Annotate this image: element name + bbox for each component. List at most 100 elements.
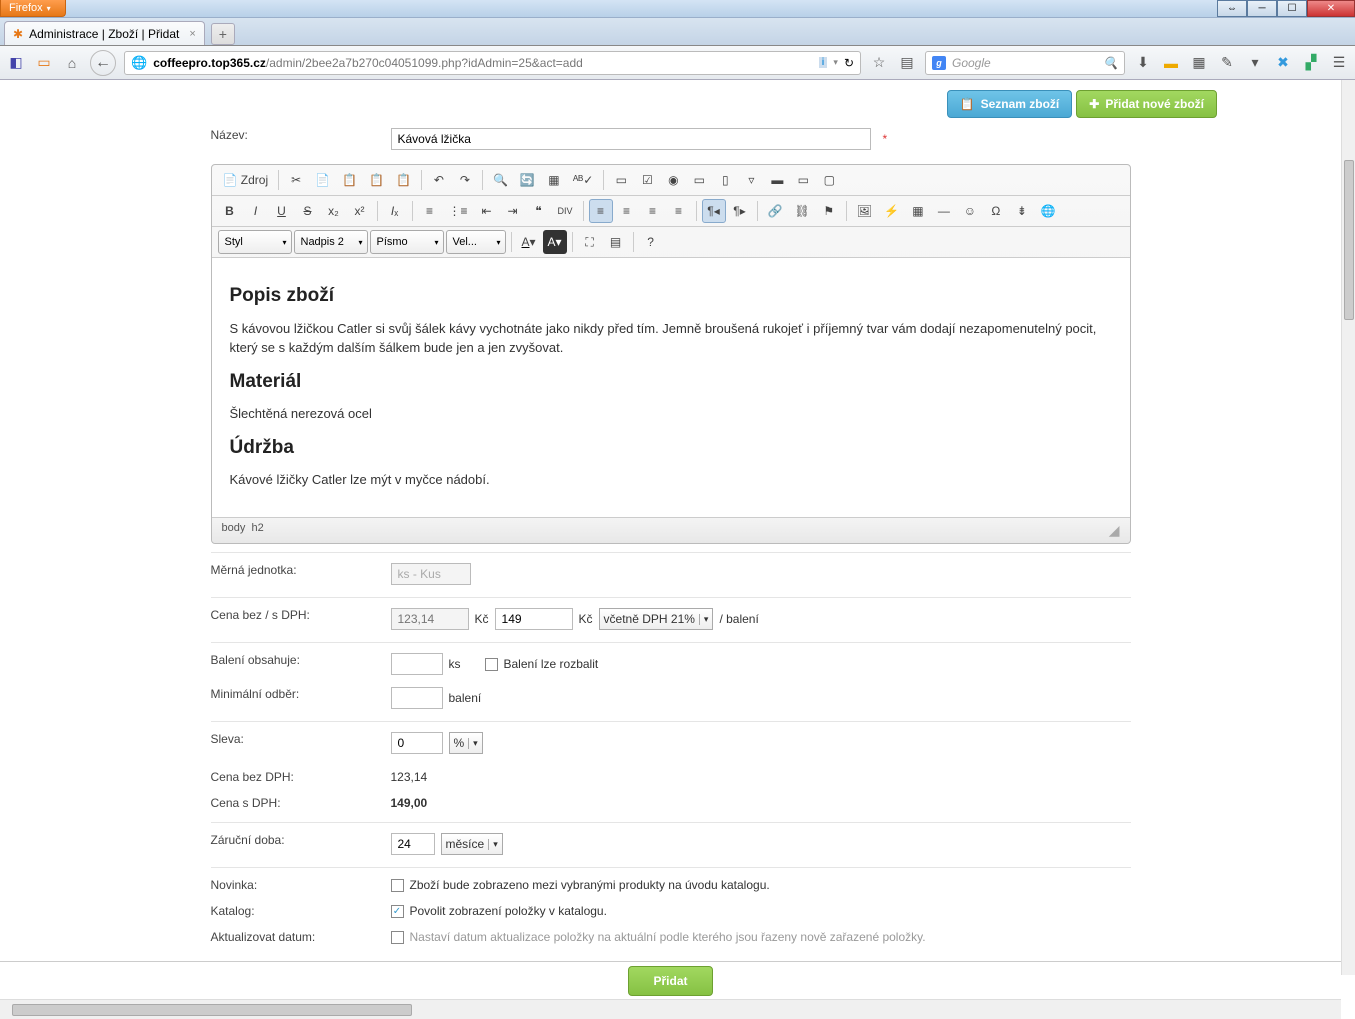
cena-s-input[interactable] bbox=[495, 608, 573, 630]
select-icon[interactable]: ▿ bbox=[739, 168, 763, 192]
back-button[interactable]: ← bbox=[90, 50, 116, 76]
win-close-button[interactable]: ✕ bbox=[1307, 0, 1355, 17]
find-icon[interactable]: 🔍 bbox=[488, 168, 513, 192]
italic-icon[interactable]: I bbox=[244, 199, 268, 223]
browser-tab[interactable]: ✱ Administrace | Zboží | Přidat × bbox=[4, 21, 205, 45]
copy-icon[interactable]: 📄 bbox=[310, 168, 335, 192]
sleva-unit-select[interactable]: % bbox=[449, 732, 483, 754]
format-select[interactable]: Nadpis 2 bbox=[294, 230, 368, 254]
baleni-checkbox[interactable] bbox=[485, 658, 498, 671]
smiley-icon[interactable]: ☺ bbox=[958, 199, 982, 223]
search-go-icon[interactable]: 🔍 bbox=[1103, 56, 1118, 70]
maximize-icon[interactable]: ⛶ bbox=[578, 230, 602, 254]
outdent-icon[interactable]: ⇤ bbox=[475, 199, 499, 223]
win-maximize-button[interactable]: ☐ bbox=[1277, 0, 1307, 17]
radio-icon[interactable]: ◉ bbox=[661, 168, 685, 192]
zarucni-unit-select[interactable]: měsíce bbox=[441, 833, 503, 855]
cut-icon[interactable]: ✂ bbox=[284, 168, 308, 192]
rtl-icon[interactable]: ¶▸ bbox=[728, 199, 752, 223]
dph-select[interactable]: včetně DPH 21% bbox=[599, 608, 714, 630]
bold-icon[interactable]: B bbox=[218, 199, 242, 223]
editor-path[interactable]: body h2 bbox=[222, 522, 264, 539]
style-select[interactable]: Styl bbox=[218, 230, 292, 254]
numlist-icon[interactable]: ≡ bbox=[418, 199, 442, 223]
tab-close-icon[interactable]: × bbox=[189, 28, 195, 40]
subscript-icon[interactable]: x₂ bbox=[322, 199, 346, 223]
div-icon[interactable]: DIV bbox=[553, 199, 578, 223]
flash-icon[interactable]: ⚡ bbox=[879, 199, 904, 223]
min-odber-input[interactable] bbox=[391, 687, 443, 709]
align-justify-icon[interactable]: ≡ bbox=[667, 199, 691, 223]
new-tab-button[interactable]: + bbox=[211, 23, 235, 45]
about-icon[interactable]: ? bbox=[639, 230, 663, 254]
baleni-input[interactable] bbox=[391, 653, 443, 675]
align-center-icon[interactable]: ≡ bbox=[615, 199, 639, 223]
aktual-checkbox[interactable] bbox=[391, 931, 404, 944]
textarea-icon[interactable]: ▯ bbox=[713, 168, 737, 192]
rss-icon[interactable]: ▭ bbox=[34, 53, 54, 73]
replace-icon[interactable]: 🔄 bbox=[515, 168, 540, 192]
sleva-input[interactable] bbox=[391, 732, 443, 754]
underline-icon[interactable]: U bbox=[270, 199, 294, 223]
unlink-icon[interactable]: ⛓ bbox=[789, 199, 814, 223]
bookmark-icon[interactable]: ◧ bbox=[6, 53, 26, 73]
link-icon[interactable]: 🔗 bbox=[763, 199, 788, 223]
undo-icon[interactable]: ↶ bbox=[427, 168, 451, 192]
win-extra-button[interactable]: ⇔ bbox=[1217, 0, 1247, 17]
win-minimize-button[interactable]: ─ bbox=[1247, 0, 1277, 17]
download-icon[interactable]: ⬇ bbox=[1133, 53, 1153, 73]
ext-icon-1[interactable]: ▬ bbox=[1161, 53, 1181, 73]
textcolor-icon[interactable]: A▾ bbox=[517, 230, 541, 254]
specialchar-icon[interactable]: Ω bbox=[984, 199, 1008, 223]
paste-icon[interactable]: 📋 bbox=[337, 168, 362, 192]
align-left-icon[interactable]: ≡ bbox=[589, 199, 613, 223]
checkbox-icon[interactable]: ☑ bbox=[635, 168, 659, 192]
ltr-icon[interactable]: ¶◂ bbox=[702, 199, 726, 223]
strike-icon[interactable]: S bbox=[296, 199, 320, 223]
info-icon[interactable]: i bbox=[819, 57, 828, 68]
ext-icon-5[interactable]: ✖ bbox=[1273, 53, 1293, 73]
submit-button[interactable]: Přidat bbox=[628, 966, 712, 996]
form-icon[interactable]: ▭ bbox=[609, 168, 633, 192]
paste-word-icon[interactable]: 📋 bbox=[391, 168, 416, 192]
star-icon[interactable]: ☆ bbox=[869, 53, 889, 73]
showblocks-icon[interactable]: ▤ bbox=[604, 230, 628, 254]
table-icon[interactable]: ▦ bbox=[906, 199, 930, 223]
ext-icon-4[interactable]: ▾ bbox=[1245, 53, 1265, 73]
paste-text-icon[interactable]: 📋 bbox=[364, 168, 389, 192]
editor-content[interactable]: Popis zboží S kávovou lžičkou Catler si … bbox=[212, 257, 1130, 517]
add-product-button[interactable]: ✚Přidat nové zboží bbox=[1076, 90, 1217, 118]
source-button[interactable]: 📄 Zdroj bbox=[218, 168, 274, 192]
editor-resize-handle[interactable]: ◢ bbox=[1109, 522, 1120, 539]
search-bar[interactable]: g Google 🔍 bbox=[925, 51, 1125, 75]
url-dropdown-icon[interactable]: ▾ bbox=[833, 57, 838, 68]
nazev-input[interactable] bbox=[391, 128, 871, 150]
list-products-button[interactable]: 📋Seznam zboží bbox=[947, 90, 1073, 118]
zarucni-input[interactable] bbox=[391, 833, 435, 855]
image-icon[interactable]: 🖼 bbox=[852, 199, 877, 223]
superscript-icon[interactable]: x² bbox=[348, 199, 372, 223]
reader-icon[interactable]: ▤ bbox=[897, 53, 917, 73]
bgcolor-icon[interactable]: A▾ bbox=[543, 230, 567, 254]
selectall-icon[interactable]: ▦ bbox=[542, 168, 566, 192]
horizontal-scrollbar[interactable] bbox=[0, 999, 1341, 1019]
firefox-menu-button[interactable]: Firefox bbox=[0, 0, 66, 17]
hidden-icon[interactable]: ▢ bbox=[817, 168, 841, 192]
hr-icon[interactable]: — bbox=[932, 199, 956, 223]
anchor-icon[interactable]: ⚑ bbox=[817, 199, 841, 223]
novinka-checkbox[interactable] bbox=[391, 879, 404, 892]
vertical-scrollbar[interactable] bbox=[1341, 80, 1355, 975]
font-select[interactable]: Písmo bbox=[370, 230, 444, 254]
pagebreak-icon[interactable]: ⇟ bbox=[1010, 199, 1034, 223]
blockquote-icon[interactable]: ❝ bbox=[527, 199, 551, 223]
reload-icon[interactable]: ↻ bbox=[844, 56, 854, 70]
align-right-icon[interactable]: ≡ bbox=[641, 199, 665, 223]
redo-icon[interactable]: ↷ bbox=[453, 168, 477, 192]
removeformat-icon[interactable]: Iₓ bbox=[383, 199, 407, 223]
hamburger-icon[interactable]: ☰ bbox=[1329, 53, 1349, 73]
ext-icon-3[interactable]: ✎ bbox=[1217, 53, 1237, 73]
button-el-icon[interactable]: ▬ bbox=[765, 168, 789, 192]
katalog-checkbox[interactable]: ✓ bbox=[391, 905, 404, 918]
bullist-icon[interactable]: ⋮≡ bbox=[444, 199, 473, 223]
imagebutton-icon[interactable]: ▭ bbox=[791, 168, 815, 192]
